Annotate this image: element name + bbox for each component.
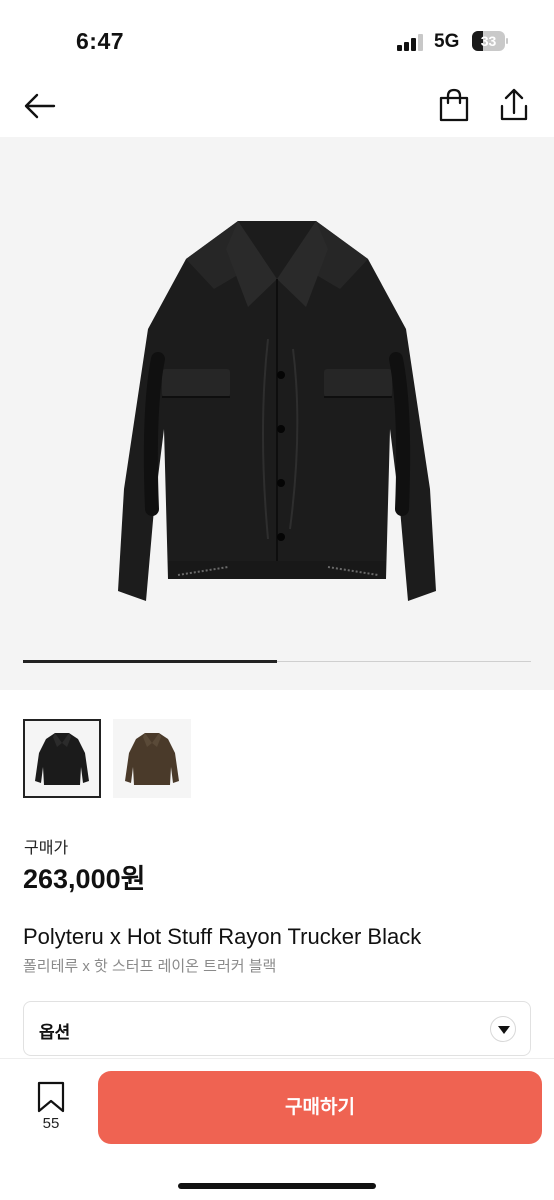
- carousel-progress-fill: [23, 660, 277, 663]
- status-time: 6:47: [76, 28, 125, 54]
- product-subname: 폴리테루 x 핫 스터프 레이온 트러커 블랙: [23, 958, 277, 975]
- chevron-down-icon: [490, 1016, 516, 1042]
- signal-icon: [397, 34, 427, 51]
- status-bar: 6:47 5G 33: [0, 0, 554, 80]
- option-label: 옵션: [39, 1023, 71, 1042]
- shopping-bag-icon: [439, 88, 469, 122]
- shopping-bag-button[interactable]: [434, 86, 474, 128]
- black-jacket-thumbnail[interactable]: [23, 719, 101, 798]
- bookmark-count: 55: [42, 1115, 60, 1132]
- share-icon: [500, 88, 528, 121]
- arrow-left-icon: [24, 93, 56, 119]
- black-jacket-thumbnail-image: [35, 732, 89, 785]
- brown-jacket-thumbnail[interactable]: [113, 719, 191, 798]
- price-value: 263,000원: [23, 864, 146, 894]
- share-button[interactable]: [494, 84, 534, 128]
- home-indicator: [178, 1183, 376, 1189]
- option-select[interactable]: 옵션: [23, 1001, 531, 1056]
- battery-icon: 33: [472, 31, 508, 51]
- bookmark-button[interactable]: 55: [32, 1081, 70, 1137]
- battery-percent: 33: [480, 33, 497, 49]
- carousel-progress: [23, 660, 531, 663]
- brown-jacket-thumbnail-image: [125, 732, 179, 785]
- product-detail-page: 6:47 5G 33 구매가 263,000원 Polyteru x Hot S…: [0, 0, 554, 1200]
- bottom-action-bar: 55 구매하기: [0, 1058, 554, 1200]
- back-button[interactable]: [20, 88, 60, 128]
- network-label: 5G: [434, 31, 460, 52]
- price-label: 구매가: [24, 840, 69, 857]
- product-image-carousel[interactable]: [0, 137, 554, 690]
- product-name: Polyteru x Hot Stuff Rayon Trucker Black: [23, 924, 422, 949]
- buy-button[interactable]: 구매하기: [98, 1071, 542, 1144]
- black-jacket-image: [118, 221, 436, 601]
- bookmark-icon: [37, 1081, 65, 1113]
